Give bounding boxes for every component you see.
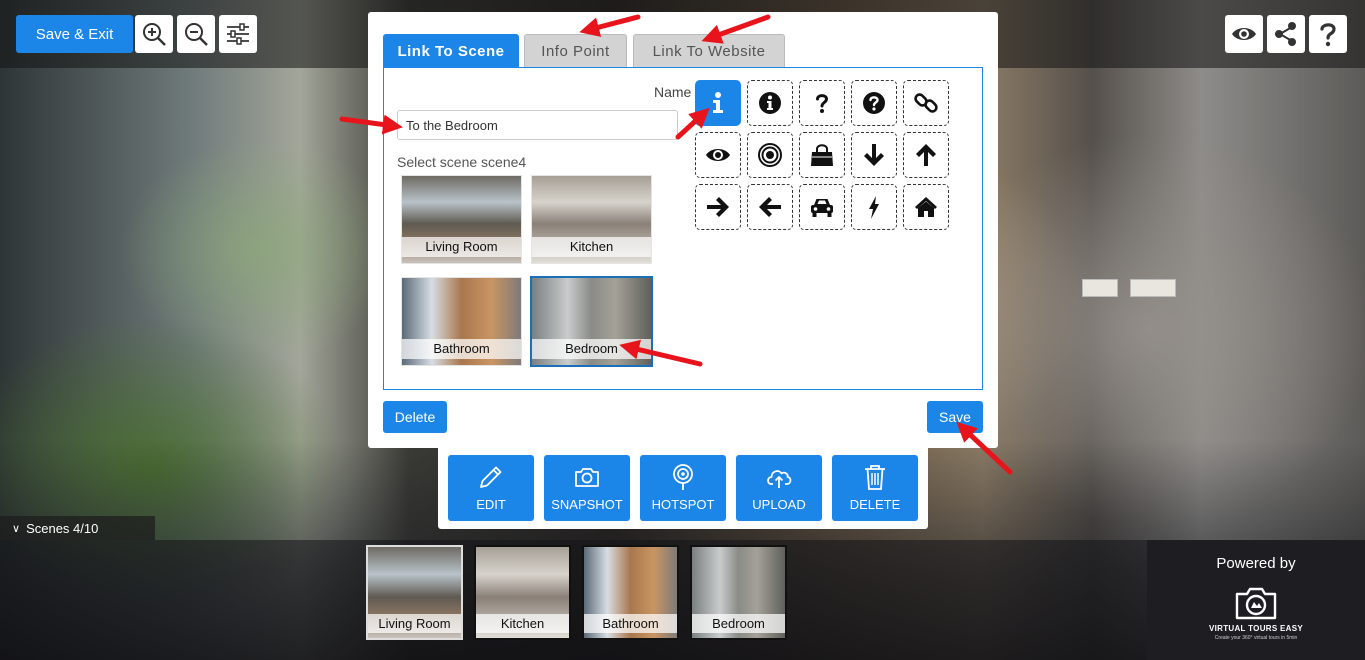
wall-switch [1130, 279, 1176, 297]
powered-by-panel: Powered by VIRTUAL TOURS EASY Create you… [1147, 540, 1365, 660]
share-icon [1275, 22, 1296, 46]
target-icon [758, 143, 782, 167]
name-label: Name [654, 84, 692, 100]
chevron-down-icon: ∨ [12, 522, 21, 535]
icon-option-arrow-right[interactable] [695, 184, 741, 230]
zoom-out-icon [185, 23, 208, 46]
car-icon [811, 199, 833, 217]
icon-option-car[interactable] [799, 184, 845, 230]
wall-switch [1082, 279, 1118, 297]
upload-label: UPLOAD [752, 497, 806, 512]
delete-scene-label: DELETE [849, 497, 901, 512]
icon-option-link[interactable] [903, 80, 949, 126]
icon-option-eye[interactable] [695, 132, 741, 178]
scene-action-bar: EDIT SNAPSHOT HOTSPOT UPLOAD DELETE [438, 448, 928, 529]
preview-button[interactable] [1225, 15, 1263, 53]
shopping-bag-icon [811, 144, 833, 166]
icon-option-shopping-bag[interactable] [799, 132, 845, 178]
icon-option-info[interactable] [695, 80, 741, 126]
brand-tagline: Create your 360° virtual tours in 5min [1214, 635, 1298, 641]
help-button[interactable] [1309, 15, 1347, 53]
tab-link-to-scene[interactable]: Link To Scene [383, 34, 519, 68]
link-icon [914, 93, 938, 113]
filmstrip-item-bedroom[interactable]: Bedroom [690, 545, 787, 640]
scene-option-bathroom[interactable]: Bathroom [401, 277, 522, 366]
icon-option-arrow-up[interactable] [903, 132, 949, 178]
share-button[interactable] [1267, 15, 1305, 53]
save-hotspot-button[interactable]: Save [927, 401, 983, 433]
edit-button[interactable]: EDIT [448, 455, 534, 521]
cloud-upload-icon [767, 470, 792, 488]
select-scene-label: Select scene scene4 [397, 154, 527, 170]
scene-filmstrip [0, 540, 1147, 660]
zoom-in-icon [143, 23, 166, 46]
tab-panel-link-to-scene: Name Select scene scene4 Living Room Kit… [383, 67, 983, 390]
icon-option-target[interactable] [747, 132, 793, 178]
hotspot-modal: Link To Scene Info Point Link To Website… [368, 12, 998, 448]
trash-icon [865, 465, 885, 490]
filmstrip-label: Kitchen [476, 614, 569, 633]
zoom-out-button[interactable] [177, 15, 215, 53]
scene-option-bedroom[interactable]: Bedroom [530, 276, 653, 367]
snapshot-label: SNAPSHOT [551, 497, 623, 512]
eye-icon [706, 149, 730, 161]
hotspot-pin-icon [673, 464, 693, 490]
hotspot-label: HOTSPOT [651, 497, 715, 512]
scene-option-label: Bedroom [532, 339, 651, 359]
scene-option-living-room[interactable]: Living Room [401, 175, 522, 264]
snapshot-button[interactable]: SNAPSHOT [544, 455, 630, 521]
brand-logo-icon [1235, 587, 1277, 620]
delete-hotspot-button[interactable]: Delete [383, 401, 447, 433]
info-i-icon [713, 92, 723, 113]
question-circle-icon [863, 92, 885, 114]
pencil-icon [480, 466, 502, 488]
filmstrip-label: Living Room [368, 614, 461, 633]
scenes-count: Scenes 4/10 [26, 520, 99, 536]
icon-option-question[interactable] [799, 80, 845, 126]
powered-by-text: Powered by [1216, 555, 1296, 572]
upload-button[interactable]: UPLOAD [736, 455, 822, 521]
eye-icon [1232, 28, 1256, 40]
zoom-in-button[interactable] [135, 15, 173, 53]
save-exit-button[interactable]: Save & Exit [16, 15, 133, 53]
name-input[interactable] [397, 110, 678, 140]
tab-link-to-website[interactable]: Link To Website [633, 34, 785, 68]
edit-label: EDIT [476, 497, 506, 512]
brand-name: VIRTUAL TOURS EASY [1208, 624, 1303, 633]
filmstrip-item-kitchen[interactable]: Kitchen [474, 545, 571, 640]
scenes-toggle[interactable]: ∨ Scenes 4/10 [0, 516, 155, 540]
question-icon [816, 94, 829, 113]
info-circle-icon [759, 92, 781, 114]
arrow-left-icon [759, 197, 781, 217]
filmstrip-item-bathroom[interactable]: Bathroom [582, 545, 679, 640]
icon-option-home[interactable] [903, 184, 949, 230]
arrow-up-icon [916, 144, 936, 166]
settings-button[interactable] [219, 15, 257, 53]
home-icon [915, 197, 937, 217]
tab-info-point[interactable]: Info Point [524, 34, 627, 68]
filmstrip-label: Bathroom [584, 614, 677, 633]
arrow-down-icon [864, 144, 884, 166]
scene-option-label: Bathroom [402, 339, 521, 359]
question-icon [1320, 23, 1336, 47]
icon-option-arrow-down[interactable] [851, 132, 897, 178]
icon-option-info-circle[interactable] [747, 80, 793, 126]
arrow-right-icon [707, 197, 729, 217]
sliders-icon [227, 23, 249, 45]
scene-option-label: Living Room [402, 237, 521, 257]
filmstrip-item-living-room[interactable]: Living Room [366, 545, 463, 640]
icon-option-arrow-left[interactable] [747, 184, 793, 230]
camera-icon [575, 468, 599, 487]
bolt-icon [869, 196, 879, 219]
delete-scene-button[interactable]: DELETE [832, 455, 918, 521]
icon-option-question-circle[interactable] [851, 80, 897, 126]
hotspot-button[interactable]: HOTSPOT [640, 455, 726, 521]
filmstrip-label: Bedroom [692, 614, 785, 633]
scene-option-label: Kitchen [532, 237, 651, 257]
icon-option-bolt[interactable] [851, 184, 897, 230]
scene-option-kitchen[interactable]: Kitchen [531, 175, 652, 264]
